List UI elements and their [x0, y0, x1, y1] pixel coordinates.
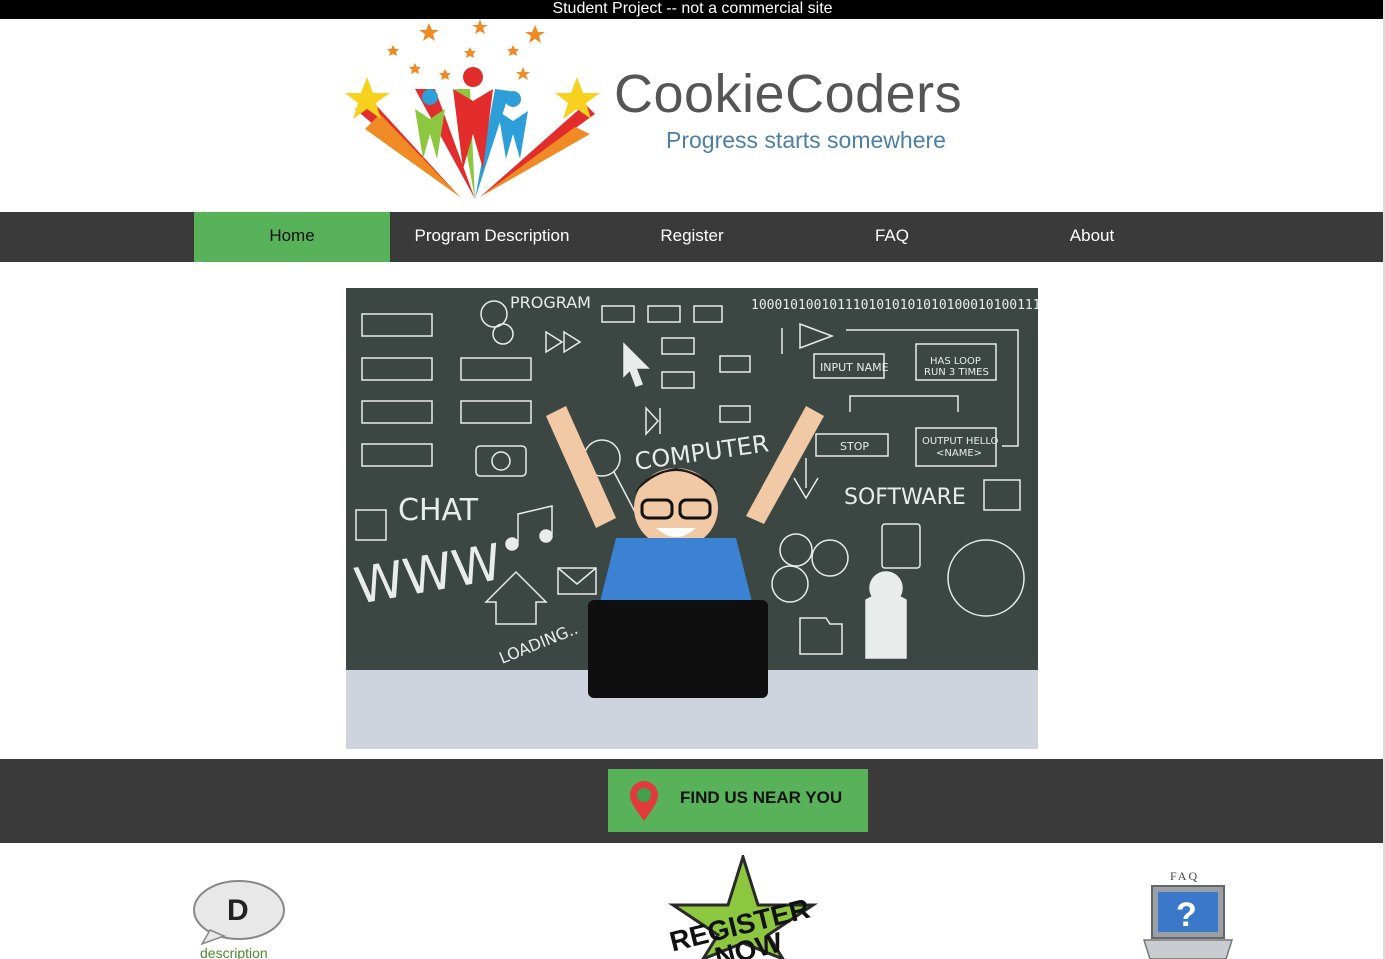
chalk-stop: STOP: [840, 440, 869, 453]
description-label: description: [200, 945, 268, 959]
chalk-software-text: SOFTWARE: [844, 485, 966, 510]
banner-text: Student Project -- not a commercial site: [552, 0, 833, 17]
chalk-program-text: PROGRAM: [510, 293, 591, 312]
main-nav: Home Program Description Register FAQ Ab…: [0, 212, 1385, 262]
chalk-output-name: <NAME>: [936, 448, 982, 459]
cookiecoders-logo-icon[interactable]: [345, 19, 605, 204]
description-speech-bubble-icon[interactable]: D description: [190, 880, 290, 959]
nav-item-register[interactable]: Register: [594, 212, 790, 262]
brand-name: CookieCoders: [614, 64, 963, 124]
nav-item-faq[interactable]: FAQ: [794, 212, 990, 262]
chalk-has-loop: HAS LOOP: [930, 356, 981, 367]
find-us-label: FIND US NEAR YOU: [680, 788, 843, 807]
svg-text:D: D: [227, 894, 249, 927]
brand-tagline: Progress starts somewhere: [666, 127, 946, 153]
register-now-star-icon[interactable]: REGISTER NOW: [648, 855, 818, 959]
find-us-near-you-button[interactable]: FIND US NEAR YOU: [608, 769, 868, 832]
map-pin-icon: [630, 781, 658, 821]
chalk-run-3-times: RUN 3 TIMES: [924, 367, 989, 378]
chalk-binary: 1000101001011101010101010100010100111010…: [751, 298, 1038, 313]
faq-label: FAQ: [1170, 869, 1199, 883]
chalk-output-hello: OUTPUT HELLO: [922, 436, 999, 447]
find-us-bar: FIND US NEAR YOU: [0, 759, 1385, 843]
chalk-chat-text: CHAT: [398, 493, 479, 528]
nav-item-home[interactable]: Home: [194, 212, 390, 262]
site-header: CookieCoders Progress starts somewhere: [0, 19, 1385, 212]
nav-item-program-description[interactable]: Program Description: [394, 212, 590, 262]
hero-chalkboard-image: PROGRAM COMPUTER SOFTWARE CHAT WWW LOADI…: [346, 288, 1038, 749]
svg-text:?: ?: [1176, 896, 1197, 934]
nav-item-about[interactable]: About: [994, 212, 1190, 262]
student-project-banner: Student Project -- not a commercial site: [0, 0, 1385, 19]
faq-laptop-icon[interactable]: FAQ ?: [1140, 868, 1235, 959]
chalk-input-name: INPUT NAME: [820, 361, 889, 374]
